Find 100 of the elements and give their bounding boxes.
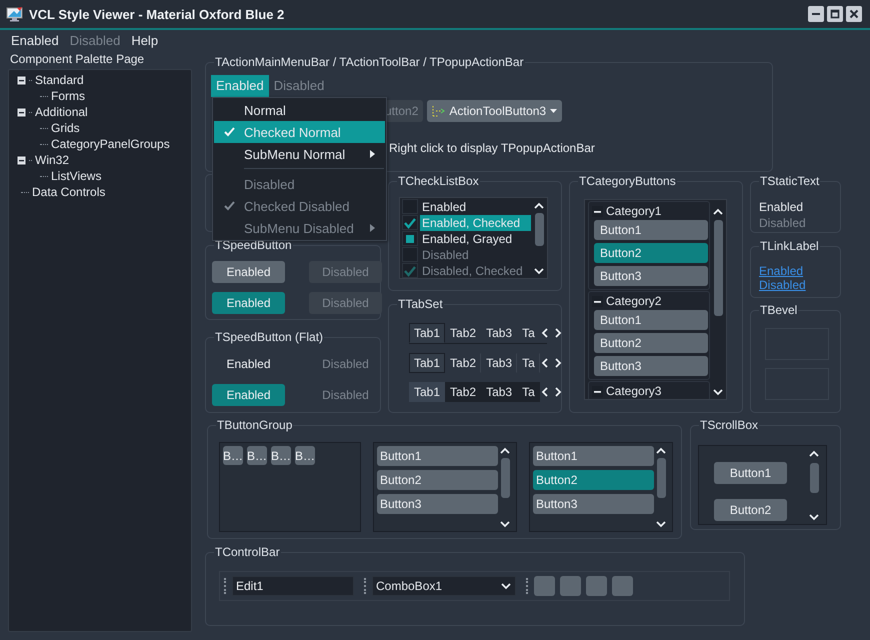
submenu-arrow-icon (370, 150, 375, 158)
window-title: VCL Style Viewer - Material Oxford Blue 2 (29, 6, 284, 22)
category-header[interactable]: Category2 (606, 294, 662, 308)
tab[interactable]: Tab1 (409, 353, 446, 373)
group-title: TButtonGroup (216, 418, 294, 432)
group-title: TCheckListBox (397, 174, 480, 188)
group-title: TBevel (759, 303, 798, 317)
list-item[interactable]: Enabled, Grayed (420, 231, 531, 247)
chevron-up-icon (500, 447, 510, 455)
tab[interactable]: Tab3 (481, 323, 518, 343)
menu-item[interactable]: Checked Normal (214, 121, 385, 143)
tree-item[interactable]: Forms (51, 89, 85, 103)
group-title: TTabSet (397, 297, 444, 311)
hint-text: Right click to display TPopupActionBar (389, 141, 596, 155)
group-title: TLinkLabel (759, 239, 820, 253)
speed-button[interactable]: Enabled (212, 261, 285, 283)
link[interactable]: Enabled (759, 264, 804, 278)
tree-item[interactable]: ListViews (51, 169, 102, 183)
static-text: Disabled (759, 215, 807, 231)
group-button[interactable]: Button3 (377, 494, 498, 514)
maximize-button[interactable] (827, 6, 843, 22)
menu-item[interactable]: Help (126, 32, 164, 48)
chevron-right-icon (554, 328, 562, 338)
menu-item[interactable]: Enabled (211, 75, 269, 97)
tab[interactable]: Tab3 (481, 382, 518, 402)
close-button[interactable] (846, 6, 862, 22)
group-button[interactable]: B… (271, 446, 291, 465)
group-button[interactable]: Button2 (377, 470, 498, 490)
chevron-down-icon (809, 513, 819, 521)
group-button[interactable]: Button1 (377, 446, 498, 466)
tab[interactable]: Ta (517, 353, 540, 373)
scrollbar-thumb[interactable] (534, 213, 544, 246)
chevron-left-icon (540, 328, 549, 338)
chevron-down-icon (656, 520, 666, 528)
speed-button[interactable]: Enabled (212, 292, 285, 314)
menu-item[interactable]: SubMenu Normal (214, 143, 385, 165)
speed-button[interactable]: Enabled (212, 353, 285, 375)
group-title: TCategoryButtons (578, 174, 677, 188)
minimize-icon (812, 13, 820, 15)
category-button[interactable]: Button3 (594, 266, 708, 286)
toolbar-button[interactable]: ActionToolButton3 (427, 100, 562, 122)
chevron-left-icon (540, 358, 549, 368)
tab[interactable]: Ta (517, 382, 540, 402)
static-text: Enabled (759, 199, 804, 215)
category-button[interactable]: Button2 (594, 243, 708, 263)
category-button[interactable]: Button3 (594, 356, 708, 376)
group-button[interactable]: B… (247, 446, 267, 465)
checkbox[interactable] (402, 215, 418, 230)
scrollbar-thumb[interactable] (656, 458, 666, 498)
tab[interactable]: Tab2 (445, 353, 482, 373)
combo-box[interactable]: ComboBox1 (372, 576, 516, 596)
minimize-button[interactable] (808, 6, 824, 22)
tree-item[interactable]: CategoryPanelGroups (51, 137, 170, 151)
list-item[interactable]: Enabled, Checked (420, 215, 531, 231)
button[interactable]: Button2 (714, 499, 787, 521)
group-button[interactable]: B… (223, 446, 243, 465)
group-title: TSpeedButton (Flat) (214, 330, 324, 344)
text-field[interactable]: Edit1 (232, 576, 354, 596)
tree-item[interactable]: Additional (35, 105, 88, 119)
group-button[interactable]: B… (295, 446, 315, 465)
tab[interactable]: Tab1 (409, 382, 446, 402)
list-item[interactable]: Enabled (420, 199, 531, 215)
group-button[interactable]: Button2 (533, 470, 654, 490)
category-button[interactable]: Button1 (594, 220, 708, 240)
category-button[interactable]: Button1 (594, 310, 708, 330)
tree-item[interactable]: Data Controls (32, 185, 106, 199)
button[interactable]: Button1 (714, 462, 787, 484)
tab[interactable]: Tab2 (445, 323, 482, 343)
group-title: TStaticText (759, 174, 820, 188)
checkbox[interactable] (402, 231, 418, 246)
scrollbar-thumb[interactable] (810, 463, 818, 493)
menu-item[interactable]: Enabled (6, 32, 64, 48)
category-header[interactable]: Category3 (606, 384, 662, 398)
tab[interactable]: Tab2 (445, 382, 482, 402)
chevron-down-icon (534, 267, 544, 275)
category-header[interactable]: Category1 (606, 204, 662, 218)
tab[interactable]: Tab3 (481, 353, 518, 373)
scrollbar-thumb[interactable] (500, 458, 510, 498)
link[interactable]: Disabled (759, 278, 806, 292)
app-icon (6, 6, 23, 22)
tab[interactable]: Ta (517, 323, 540, 343)
maximize-icon (830, 9, 840, 19)
menu-item[interactable]: Disabled (268, 75, 330, 97)
tree-item[interactable]: Grids (51, 121, 80, 135)
checkbox[interactable] (402, 199, 418, 214)
category-button[interactable]: Button2 (594, 333, 708, 353)
group-title: TControlBar (214, 545, 281, 559)
tab[interactable]: Tab1 (409, 323, 446, 343)
speed-button[interactable]: Enabled (212, 384, 285, 406)
dots-icon (432, 105, 446, 117)
scrollbar-thumb[interactable] (714, 220, 722, 316)
group-button[interactable]: Button1 (533, 446, 654, 466)
tree-item[interactable]: Win32 (35, 153, 70, 167)
tree-item[interactable]: Standard (35, 73, 84, 87)
group-title: TActionMainMenuBar / TActionToolBar / TPopupActionBar (214, 55, 525, 69)
menu-item[interactable]: Normal (214, 99, 385, 121)
close-icon (849, 9, 859, 19)
chevron-up-icon (713, 208, 723, 216)
group-button[interactable]: Button3 (533, 494, 654, 514)
chevron-right-icon (554, 358, 562, 368)
